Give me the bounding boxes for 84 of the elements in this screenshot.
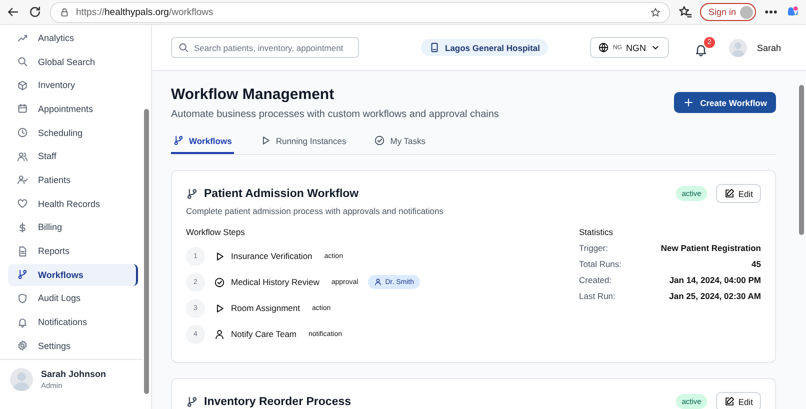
stat-value: New Patient Registration [660,243,761,253]
settings-icon [17,340,28,352]
check-circle-icon [374,135,386,146]
favorites-icon[interactable] [678,5,692,19]
trend-icon [17,32,28,44]
user-check-icon [17,174,28,186]
globe-icon [598,42,609,53]
edit-icon [724,188,736,199]
page-subtitle: Automate business processes with custom workflows and approval chains [171,109,499,120]
avatar-icon [10,368,33,391]
bell-icon [694,43,708,57]
user-name[interactable]: Sarah [756,42,781,52]
bell-icon [17,316,28,328]
check-circle-icon [214,276,225,288]
branch-icon [186,188,198,200]
edit-button[interactable]: Edit [716,184,761,203]
avatar-icon [740,6,753,18]
stat-label: Created: [579,275,612,285]
document-icon [17,246,28,257]
shield-icon [17,292,28,304]
page-title: Workflow Management [171,86,336,103]
reload-icon[interactable] [28,5,42,19]
search-icon [17,56,28,68]
sidebar-item[interactable]: Staff [8,145,141,168]
sidebar-item[interactable]: Global Search [8,50,141,72]
sidebar-item[interactable]: Analytics [8,27,141,49]
tab[interactable]: My Tasks [372,135,428,154]
user-name: Sarah Johnson [41,368,106,379]
tab[interactable]: Running Instances [258,135,348,154]
step-name: Notify Care Team [231,329,297,339]
scrollbar[interactable] [799,85,804,235]
stat-value: 45 [752,259,761,269]
star-icon[interactable] [650,6,662,18]
plus-icon [683,97,694,108]
play-icon [214,250,225,262]
person-icon [374,278,382,286]
sidebar-item[interactable]: Scheduling [8,122,141,144]
stat-value: Jan 25, 2024, 02:30 AM [669,291,761,301]
sidebar-item[interactable]: Inventory [8,74,141,96]
edit-icon [724,396,736,407]
heart-icon [17,198,28,210]
lock-icon [59,6,70,18]
branch-icon [186,396,198,408]
sidebar-item[interactable]: Settings [8,334,141,357]
calendar-icon [17,103,28,114]
workflow-title: Patient Admission Workflow [204,188,359,200]
sign-in-button[interactable]: Sign in [700,3,756,21]
play-icon [214,302,225,314]
clock-icon [17,127,28,138]
hospital-name: Lagos General Hospital [445,42,540,52]
workflow-title: Inventory Reorder Process [204,396,352,408]
sidebar-item[interactable]: Patients [8,169,141,191]
building-icon [429,42,440,53]
search-field[interactable]: Search patients, inventory, appointment [171,37,359,58]
step-name: Insurance Verification [231,251,312,261]
branch-icon [17,269,28,280]
avatar-icon [728,38,747,56]
workflow-description: Complete patient admission process with approvals and notifications [186,206,444,216]
tab[interactable]: Workflows [171,135,234,154]
sidebar-item[interactable]: Audit Logs [8,288,141,310]
back-icon[interactable] [6,5,20,19]
step-name: Room Assignment [231,303,300,313]
stat-label: Total Runs: [579,259,622,269]
person-icon [214,328,225,340]
sidebar-item[interactable]: Notifications [8,311,141,333]
scrollbar[interactable] [144,109,149,394]
users-icon [17,150,28,162]
section-heading: Workflow Steps [186,227,246,237]
dollar-icon [17,222,28,233]
stat-label: Last Run: [579,291,616,301]
branch-icon [173,135,184,146]
address-bar[interactable]: https://healthypals.org/workflows [50,2,670,22]
stat-value: Jan 14, 2024, 04:00 PM [669,275,761,285]
sidebar-item[interactable]: Health Records [8,192,141,214]
stat-label: Trigger: [579,243,608,253]
sidebar-item[interactable]: Reports [8,240,141,262]
edit-button[interactable]: Edit [716,392,761,409]
sidebar-item[interactable]: Billing [8,216,141,238]
step-name: Medical History Review [231,277,320,287]
sidebar-item[interactable]: Workflows [8,264,138,286]
section-heading: Statistics [579,227,614,237]
create-workflow-button[interactable]: Create Workflow [674,92,776,113]
box-icon [17,80,28,91]
sidebar-item[interactable]: Appointments [8,98,141,120]
